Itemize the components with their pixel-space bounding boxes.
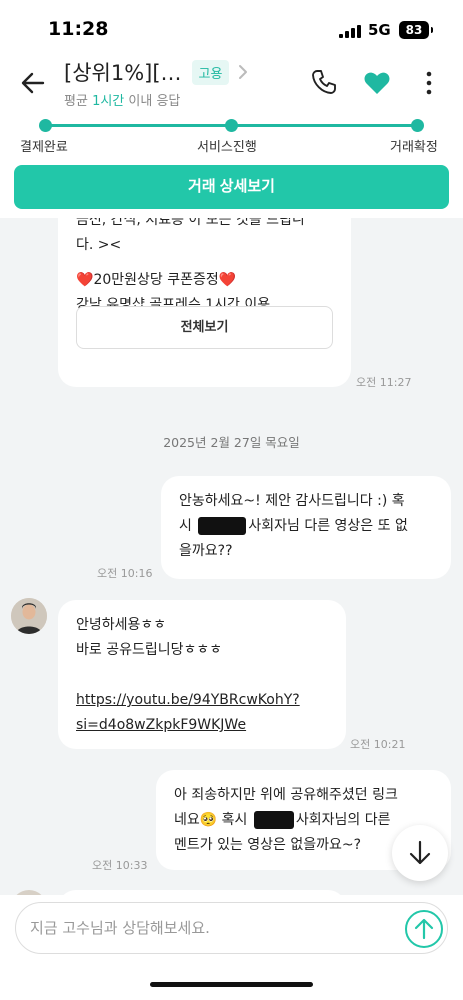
message-text: 바로 공유드립니당ㅎㅎㅎ xyxy=(76,642,223,658)
message-input-box xyxy=(15,902,448,954)
avatar[interactable] xyxy=(11,598,47,634)
step-paid: 결제완료 xyxy=(20,140,68,155)
message-text: 안농하세요~! 제안 감사드립니다 :) 혹 xyxy=(179,493,405,509)
deal-progress: 결제완료 서비스진행 거래확정 xyxy=(0,114,463,162)
step-in-service: 서비스진행 xyxy=(197,140,257,155)
received-message-bubble: 안녕하세용ㅎㅎ 바로 공유드립니당ㅎㅎㅎ https://youtu.be/94… xyxy=(58,600,346,749)
message-text: 네요🥺 혹시 xyxy=(174,812,248,828)
chevron-right-icon xyxy=(239,65,248,79)
progress-dot-1 xyxy=(39,119,52,132)
message-text: 다. >< xyxy=(76,237,122,253)
avatar-image xyxy=(11,598,47,634)
home-indicator xyxy=(150,982,313,987)
received-message-bubble: 금전, 간식, 저료등 이 모든 것을 드립니 다. >< ❤️20만원상당 쿠… xyxy=(58,218,351,387)
message-text: 을까요?? xyxy=(179,543,233,559)
signal-icon xyxy=(339,24,361,38)
message-time: 오전 10:16 xyxy=(97,567,153,580)
progress-dot-2 xyxy=(225,119,238,132)
message-time: 오전 10:33 xyxy=(92,859,148,872)
heart-icon[interactable] xyxy=(363,70,391,96)
progress-dot-3 xyxy=(411,119,424,132)
step-confirmed: 거래확정 xyxy=(390,140,438,155)
sent-message-bubble: 안농하세요~! 제안 감사드립니다 :) 혹 시 사회자님 다른 영상은 또 없… xyxy=(161,476,451,579)
message-text: 시 xyxy=(179,518,192,534)
message-input[interactable] xyxy=(30,913,390,943)
message-text: 아 죄송하지만 위에 공유해주셨던 링크 xyxy=(174,787,398,803)
send-button[interactable] xyxy=(405,910,443,948)
view-all-button[interactable]: 전체보기 xyxy=(76,306,333,349)
message-text: 안녕하세용ㅎㅎ xyxy=(76,617,167,633)
message-text: 사회자님의 다른 xyxy=(295,812,391,828)
response-time: 평균 1시간 이내 응답 xyxy=(64,90,180,109)
battery-nub xyxy=(431,27,433,33)
message-text-line: 네요🥺 혹시 사회자님의 다른 xyxy=(174,808,433,833)
deal-detail-button[interactable]: 거래 상세보기 xyxy=(14,165,449,209)
chat-header: [상위1%][… 고용 평균 1시간 이내 응답 xyxy=(0,54,463,114)
censored-name xyxy=(253,811,294,829)
network-label: 5G xyxy=(368,21,391,39)
censored-name xyxy=(198,517,247,535)
message-text-line: 시 사회자님 다른 영상은 또 없 xyxy=(179,514,433,539)
arrow-down-icon xyxy=(409,840,431,865)
more-vertical-icon[interactable] xyxy=(420,68,438,98)
youtube-link[interactable]: si=d4o8wZkpkF9WKJWe xyxy=(76,713,328,738)
message-time: 오전 11:27 xyxy=(356,376,412,389)
status-bar: 11:28 5G 83 xyxy=(0,0,463,54)
title-wrap[interactable]: [상위1%][… 고용 xyxy=(64,57,249,87)
response-time-prefix: 평균 xyxy=(64,94,93,109)
chat-area[interactable]: 금전, 간식, 저료등 이 모든 것을 드립니 다. >< ❤️20만원상당 쿠… xyxy=(0,218,463,895)
response-time-value: 1시간 xyxy=(92,94,125,109)
coupon-line: ❤️20만원상당 쿠폰증정❤️ xyxy=(76,268,333,293)
status-badge: 고용 xyxy=(191,59,230,85)
heart-emoji-icon: ❤️ xyxy=(218,272,237,288)
back-arrow-icon[interactable] xyxy=(18,68,48,98)
message-text: 사회자님 다른 영상은 또 없 xyxy=(248,518,408,534)
youtube-link[interactable]: https://youtu.be/94YBRcwKohY? xyxy=(76,688,328,713)
coupon-text: 20만원상당 쿠폰증정 xyxy=(93,272,219,288)
message-input-bar xyxy=(0,895,463,1000)
arrow-up-icon xyxy=(414,918,434,940)
battery-icon: 83 xyxy=(399,21,429,39)
heart-emoji-icon: ❤️ xyxy=(76,272,94,288)
response-time-suffix: 이내 응답 xyxy=(124,94,181,109)
scroll-to-bottom-button[interactable] xyxy=(392,825,448,881)
phone-icon[interactable] xyxy=(310,68,338,96)
status-time: 11:28 xyxy=(48,18,109,40)
message-time: 오전 10:21 xyxy=(350,738,406,751)
page-title: [상위1%][… xyxy=(64,61,182,85)
message-text: 금전, 간식, 저료등 이 모든 것을 드립니 xyxy=(76,218,305,228)
date-separator: 2025년 2월 27일 목요일 xyxy=(163,435,300,450)
